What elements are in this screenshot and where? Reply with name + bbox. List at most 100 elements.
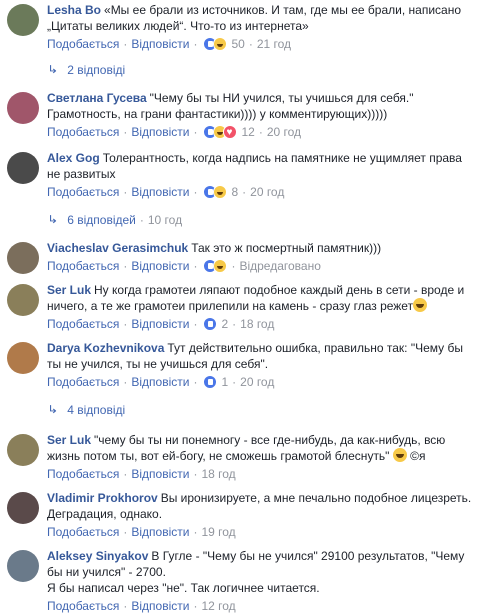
comment-author[interactable]: Darya Kozhevnikova (47, 341, 164, 355)
separator: · (123, 525, 128, 539)
view-replies-link[interactable]: ↳ 4 відповіді (47, 402, 481, 418)
comment-text-block: Aleksey Sinyakov В Гугле - "Чему бы не уч… (47, 548, 475, 596)
comment-author[interactable]: Ser Luk (47, 283, 91, 297)
comment-time[interactable]: 20 год (267, 124, 301, 140)
reply-link[interactable]: Відповісти (131, 374, 189, 390)
like-link[interactable]: Подобається (47, 374, 119, 390)
comment-actions: Подобається · Відповісти · 12 год (47, 598, 475, 614)
comment-author[interactable]: Viacheslav Gerasimchuk (47, 241, 188, 255)
edited-label[interactable]: Відредаговано (239, 258, 320, 274)
avatar[interactable] (7, 284, 39, 316)
comment-time[interactable]: 18 год (240, 316, 274, 332)
reactions[interactable]: 8 (203, 184, 238, 200)
comment-text: Так это ж посмертный памятник))) (191, 241, 382, 255)
separator: · (123, 317, 128, 331)
comment: Lesha Bo «Мы ее брали из источников. И та… (0, 2, 481, 52)
reply-link[interactable]: Відповісти (131, 598, 189, 614)
separator: · (242, 185, 247, 199)
comment-text: "чему бы ты ни понемногу - все где-нибуд… (47, 433, 446, 463)
comment-time[interactable]: 19 год (201, 524, 235, 540)
comment-text: Толерантность, когда надпись на памятник… (47, 151, 462, 181)
like-link[interactable]: Подобається (47, 466, 119, 482)
comment-text-block: Viacheslav Gerasimchuk Так это ж посмертн… (47, 240, 475, 256)
avatar[interactable] (7, 242, 39, 274)
comment-text-block: Lesha Bo «Мы ее брали из источников. И та… (47, 2, 475, 34)
comment-actions: Подобається · Відповісти · 18 год (47, 466, 475, 482)
comment-author[interactable]: Alex Gog (47, 151, 100, 165)
comment-actions: Подобається· Відповісти· 12 ·20 год (47, 124, 475, 141)
avatar[interactable] (7, 92, 39, 124)
replies-time: 10 год (147, 213, 183, 227)
separator: · (123, 375, 128, 389)
reply-link[interactable]: Відповісти (131, 258, 189, 274)
separator: · (123, 185, 128, 199)
comment: Светлана Гусева "Чему бы ты НИ учился, ты… (0, 90, 481, 141)
laughing-emoji-icon (413, 298, 428, 312)
like-link[interactable]: Подобається (47, 258, 119, 274)
separator: · (232, 375, 237, 389)
avatar[interactable] (7, 152, 39, 184)
comment-author[interactable]: Ser Luk (47, 433, 91, 447)
laughing-emoji-icon (392, 448, 407, 462)
view-replies-link[interactable]: ↳ 6 відповідей · 10 год (47, 212, 481, 228)
reply-link[interactable]: Відповісти (131, 524, 189, 540)
comment-time[interactable]: 18 год (201, 466, 235, 482)
reply-link[interactable]: Відповісти (131, 466, 189, 482)
comment-text-block: Светлана Гусева "Чему бы ты НИ учился, ты… (47, 90, 475, 122)
like-link[interactable]: Подобається (47, 316, 119, 332)
replies-count[interactable]: 2 відповіді (67, 62, 125, 78)
haha-reaction-icon (213, 259, 228, 273)
comment-time[interactable]: 21 год (257, 36, 291, 52)
view-replies-link[interactable]: ↳ 2 відповіді (47, 62, 481, 78)
comment-time[interactable]: 20 год (240, 374, 274, 390)
separator: · (123, 259, 128, 273)
reaction-count: 50 (231, 37, 245, 51)
comment-actions: Подобається · Відповісти · 50 · 21 год (47, 36, 475, 52)
separator: · (123, 599, 128, 613)
comment-time[interactable]: 12 год (201, 598, 235, 614)
like-link[interactable]: Подобається (47, 124, 119, 140)
avatar[interactable] (7, 550, 39, 582)
comment-author[interactable]: Lesha Bo (47, 3, 101, 17)
separator: · (193, 467, 198, 481)
reactions[interactable]: 2 (203, 316, 228, 332)
like-link[interactable]: Подобається (47, 524, 119, 540)
replies-count[interactable]: 6 відповідей (67, 212, 136, 228)
comment: Ser Luk Ну когда грамотеи ляпают подобное… (0, 282, 481, 332)
comment: Alex Gog Толерантность, когда надпись на … (0, 150, 481, 200)
comment-time[interactable]: 20 год (250, 184, 284, 200)
replies-count[interactable]: 4 відповіді (67, 402, 125, 418)
reactions[interactable] (203, 259, 228, 273)
avatar[interactable] (7, 342, 39, 374)
like-link[interactable]: Подобається (47, 598, 119, 614)
comment-text-block: Darya Kozhevnikova Тут действительно ошиб… (47, 340, 475, 372)
comment-text-block: Ser Luk "чему бы ты ни понемногу - все гд… (47, 432, 475, 464)
reply-link[interactable]: Відповісти (131, 124, 189, 140)
separator: · (231, 259, 236, 273)
comment-author[interactable]: Vladimir Prokhorov (47, 491, 158, 505)
avatar[interactable] (7, 4, 39, 36)
reactions[interactable]: 12 (203, 124, 255, 141)
comment: Darya Kozhevnikova Тут действительно ошиб… (0, 340, 481, 390)
avatar[interactable] (7, 492, 39, 524)
reply-arrow-icon: ↳ (47, 64, 59, 76)
separator: · (258, 125, 263, 139)
reply-link[interactable]: Відповісти (131, 316, 189, 332)
separator: · (193, 37, 198, 51)
comment-author[interactable]: Светлана Гусева (47, 91, 147, 105)
reply-link[interactable]: Відповісти (131, 184, 189, 200)
reactions[interactable]: 1 (203, 374, 228, 390)
separator: · (193, 185, 198, 199)
like-link[interactable]: Подобається (47, 184, 119, 200)
comment-author[interactable]: Aleksey Sinyakov (47, 549, 148, 563)
comment-actions: Подобається · Відповісти · 2 · 18 год (47, 316, 475, 332)
comment-actions: Подобається · Відповісти · · Відредаговано (47, 258, 475, 274)
separator: · (139, 213, 144, 227)
like-link[interactable]: Подобається (47, 36, 119, 52)
reaction-count: 8 (231, 185, 239, 199)
comment: Aleksey Sinyakov В Гугле - "Чему бы не уч… (0, 548, 481, 614)
avatar[interactable] (7, 434, 39, 466)
reaction-count: 12 (241, 125, 255, 139)
reactions[interactable]: 50 (203, 36, 245, 52)
reply-link[interactable]: Відповісти (131, 36, 189, 52)
